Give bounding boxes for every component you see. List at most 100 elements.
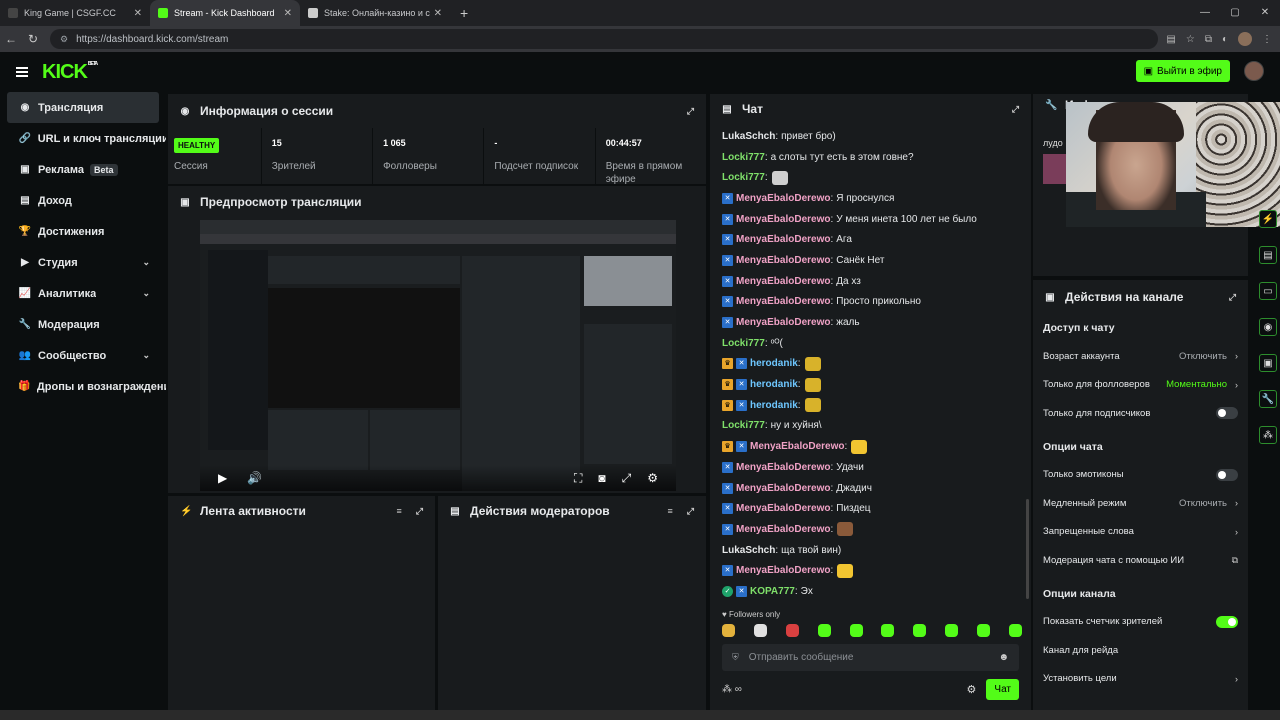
kick-logo[interactable]: KICKBETA xyxy=(42,61,98,84)
chat-send-button[interactable]: Чат xyxy=(986,678,1019,700)
chat-username[interactable]: LukaSchch xyxy=(722,545,775,556)
filter-icon[interactable]: ≡ xyxy=(668,506,673,517)
goals-row[interactable]: Установить цели › xyxy=(1033,665,1248,694)
apps-icon[interactable]: ⁂ xyxy=(1259,426,1277,444)
chat-username[interactable]: MenyaEbaloDerewo xyxy=(736,483,830,494)
sidebar-item[interactable]: 🎁 Дропы и вознаграждения xyxy=(0,371,166,402)
chat-message[interactable]: ✕ MenyaEbaloDerewo: У меня инета 100 лет н… xyxy=(722,209,1022,230)
expand-icon[interactable]: ⤢ xyxy=(1229,292,1236,303)
page-icon[interactable]: ▤ xyxy=(1166,34,1175,45)
chat-message[interactable]: ✕ MenyaEbaloDerewo: жаль xyxy=(722,312,1022,333)
user-avatar[interactable] xyxy=(1244,61,1264,81)
menu-icon[interactable] xyxy=(16,67,28,77)
emote-icon[interactable] xyxy=(913,624,927,637)
expand-icon[interactable]: ⤢ xyxy=(687,506,694,517)
browser-tab[interactable]: King Game | CSGF.CC ✕ xyxy=(0,0,150,26)
reload-icon[interactable]: ↻ xyxy=(22,32,44,46)
chat-username[interactable]: MenyaEbaloDerewo xyxy=(736,255,830,266)
chat-message[interactable]: ✕ MenyaEbaloDerewo: Я проснулся xyxy=(722,188,1022,209)
maximize-icon[interactable]: ▢ xyxy=(1220,0,1250,26)
sidebar-item[interactable]: ▶ Студия ⌄ xyxy=(0,247,166,278)
expand-icon[interactable]: ⤢ xyxy=(1012,104,1019,115)
fullscreen-icon[interactable]: ⤢ xyxy=(622,471,632,486)
browser-avatar[interactable] xyxy=(1238,32,1252,46)
chat-messages[interactable]: LukaSchch: привет бро) Locki777: а слоты ту… xyxy=(722,126,1022,602)
chat-username[interactable]: MenyaEbaloDerewo xyxy=(736,193,830,204)
chevron-down-icon[interactable]: ⌄ xyxy=(142,350,150,361)
camera-icon[interactable]: ◙ xyxy=(598,471,605,486)
chat-message[interactable]: ✕ MenyaEbaloDerewo: Да хз xyxy=(722,271,1022,292)
chat-message[interactable]: LukaSchch: привет бро) xyxy=(722,126,1022,147)
go-live-button[interactable]: ▣ Выйти в эфир xyxy=(1135,60,1230,82)
chat-username[interactable]: Locki777 xyxy=(722,338,765,349)
emote-icon[interactable] xyxy=(1008,624,1022,637)
chat-username[interactable]: herodanik xyxy=(750,379,798,390)
ai-moderation-row[interactable]: Модерация чата с помощью ИИ ⧉ xyxy=(1033,546,1248,575)
chat-message[interactable]: ✕ MenyaEbaloDerewo: xyxy=(722,519,1022,540)
volume-icon[interactable]: 🔊 xyxy=(247,471,262,485)
raid-channel-row[interactable]: Канал для рейда xyxy=(1033,636,1248,665)
emote-icon[interactable] xyxy=(753,624,767,637)
sidebar-item[interactable]: 🔗 URL и ключ трансляции xyxy=(0,123,166,154)
chat-message[interactable]: ✕ MenyaEbaloDerewo: Ага xyxy=(722,229,1022,250)
new-tab-icon[interactable]: + xyxy=(450,0,478,26)
chat-username[interactable]: LukaSchch xyxy=(722,131,775,142)
expand-icon[interactable]: ⤢ xyxy=(687,106,694,117)
chevron-down-icon[interactable]: ⌄ xyxy=(142,288,150,299)
chat-message[interactable]: ♛ ✕ herodanik: xyxy=(722,354,1022,375)
browser-menu-icon[interactable]: ⋮ xyxy=(1262,34,1272,45)
chat-username[interactable]: KOPA777 xyxy=(750,586,795,597)
chat-icon[interactable]: ▭ xyxy=(1259,282,1277,300)
back-icon[interactable]: ← xyxy=(0,32,22,46)
play-icon[interactable]: ▶ xyxy=(218,471,227,485)
chat-username[interactable]: MenyaEbaloDerewo xyxy=(736,462,830,473)
emotes-only-toggle[interactable] xyxy=(1216,468,1238,481)
followers-only-row[interactable]: Только для фолловеров Моментально › xyxy=(1033,371,1248,400)
bookmark-star-icon[interactable]: ☆ xyxy=(1186,34,1195,45)
chat-message[interactable]: Locki777: ну и хуйня\ xyxy=(722,416,1022,437)
emote-icon[interactable] xyxy=(817,624,831,637)
emoji-icon[interactable]: ☻ xyxy=(998,652,1009,663)
chat-message[interactable]: Locki777: а слоты тут есть в этом говне? xyxy=(722,147,1022,168)
chat-username[interactable]: MenyaEbaloDerewo xyxy=(736,234,830,245)
chat-username[interactable]: MenyaEbaloDerewo xyxy=(736,503,830,514)
category-thumbnail[interactable] xyxy=(1043,154,1067,184)
tab-close-icon[interactable]: ✕ xyxy=(284,8,292,19)
tab-close-icon[interactable]: ✕ xyxy=(134,8,142,19)
emote-icon[interactable] xyxy=(722,624,735,637)
filter-icon[interactable]: ≡ xyxy=(397,506,402,517)
tab-close-icon[interactable]: ✕ xyxy=(434,8,442,19)
stream-icon[interactable]: ◉ xyxy=(1259,318,1277,336)
profile-icon[interactable]: ◐ xyxy=(1222,34,1228,45)
chat-username[interactable]: MenyaEbaloDerewo xyxy=(736,214,830,225)
sidebar-item[interactable]: 🔧 Модерация xyxy=(0,309,166,340)
chat-message[interactable]: ♛ ✕ MenyaEbaloDerewo: xyxy=(722,436,1022,457)
chat-message[interactable]: Locki777: xyxy=(722,167,1022,188)
chevron-down-icon[interactable]: ⌄ xyxy=(142,257,150,268)
banned-words-row[interactable]: Запрещенные слова › xyxy=(1033,518,1248,547)
chat-username[interactable]: Locki777 xyxy=(722,420,765,431)
chat-message[interactable]: ✓ ✕ KOPA777: Эх xyxy=(722,581,1022,602)
browser-tab[interactable]: Stake: Онлайн-казино и ставки н ✕ xyxy=(300,0,450,26)
chat-input[interactable]: ⛨ Отправить сообщение ☻ xyxy=(722,644,1019,671)
emote-icon[interactable] xyxy=(945,624,959,637)
chat-message[interactable]: ♛ ✕ herodanik: xyxy=(722,374,1022,395)
chat-username[interactable]: MenyaEbaloDerewo xyxy=(750,441,844,452)
sidebar-item[interactable]: 📈 Аналитика ⌄ xyxy=(0,278,166,309)
extensions-icon[interactable]: ⧉ xyxy=(1205,34,1212,45)
sidebar-item[interactable]: 🏆 Достижения xyxy=(0,216,166,247)
chat-username[interactable]: MenyaEbaloDerewo xyxy=(736,524,830,535)
chat-username[interactable]: MenyaEbaloDerewo xyxy=(736,296,830,307)
video-player[interactable]: ▶ 🔊 ⛶ ◙ ⤢ ⚙ xyxy=(200,220,676,491)
browser-tab[interactable]: Stream - Kick Dashboard ✕ xyxy=(150,0,300,26)
chat-username[interactable]: MenyaEbaloDerewo xyxy=(736,565,830,576)
chat-message[interactable]: ✕ MenyaEbaloDerewo: Просто прикольно xyxy=(722,292,1022,313)
emote-icon[interactable] xyxy=(881,624,895,637)
minimize-icon[interactable]: — xyxy=(1190,0,1220,26)
wrench-icon[interactable]: 🔧 xyxy=(1259,390,1277,408)
chat-username[interactable]: MenyaEbaloDerewo xyxy=(736,276,830,287)
settings-icon[interactable]: ⚙ xyxy=(647,471,658,486)
chat-username[interactable]: Locki777 xyxy=(722,152,765,163)
chat-message[interactable]: ♛ ✕ herodanik: xyxy=(722,395,1022,416)
chat-username[interactable]: herodanik xyxy=(750,400,798,411)
